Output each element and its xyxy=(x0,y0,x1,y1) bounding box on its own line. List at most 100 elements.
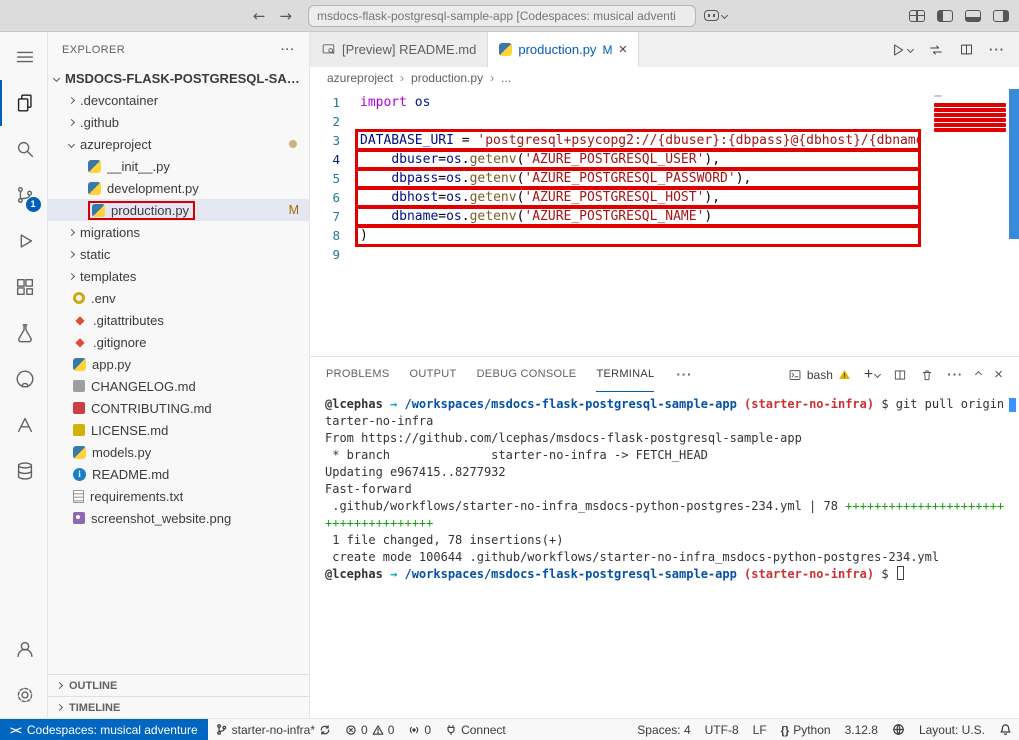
tree-item-app.py[interactable]: app.py xyxy=(48,353,309,375)
open-changes-button[interactable] xyxy=(928,42,944,58)
customize-layout-icon[interactable] xyxy=(909,10,925,22)
python-version-indicator[interactable]: 3.12.8 xyxy=(838,719,885,740)
explorer-title: EXPLORER xyxy=(62,44,125,56)
tree-item-models.py[interactable]: models.py xyxy=(48,441,309,463)
tree-item-.gitattributes[interactable]: .gitattributes xyxy=(48,309,309,331)
kill-terminal-button[interactable] xyxy=(920,368,934,382)
breadcrumb-symbol[interactable]: ... xyxy=(501,71,511,85)
tab-production-py[interactable]: production.py M xyxy=(488,32,639,67)
maximize-panel-button[interactable] xyxy=(976,372,981,377)
source-control-icon[interactable]: 1 xyxy=(0,172,48,218)
back-button[interactable] xyxy=(253,7,266,25)
settings-gear-icon[interactable] xyxy=(0,672,48,718)
git-modified-badge: M xyxy=(602,43,612,57)
code-line-5[interactable]: 5 dbpass=os.getenv('AZURE_POSTGRESQL_PAS… xyxy=(310,169,919,188)
encoding-indicator[interactable]: UTF-8 xyxy=(698,719,746,740)
branch-indicator[interactable]: starter-no-infra* xyxy=(208,719,338,740)
tab-preview-readme[interactable]: [Preview] README.md xyxy=(310,32,488,67)
tree-item-__init__.py[interactable]: __init__.py xyxy=(48,155,309,177)
toggle-panel-icon[interactable] xyxy=(965,10,981,22)
database-icon[interactable] xyxy=(0,448,48,494)
tree-item-static[interactable]: static xyxy=(48,243,309,265)
split-editor-button[interactable] xyxy=(959,42,974,57)
notifications-bell[interactable] xyxy=(992,719,1019,740)
tree-item-templates[interactable]: templates xyxy=(48,265,309,287)
new-terminal-button[interactable] xyxy=(864,367,880,383)
breadcrumb-folder[interactable]: azureproject xyxy=(327,71,393,85)
close-tab-icon[interactable] xyxy=(618,41,627,58)
panel-tab-output[interactable]: OUTPUT xyxy=(410,357,457,392)
accounts-icon[interactable] xyxy=(0,626,48,672)
toggle-secondary-sidebar-icon[interactable] xyxy=(993,10,1009,22)
tree-item-.gitignore[interactable]: .gitignore xyxy=(48,331,309,353)
azure-icon[interactable] xyxy=(0,402,48,448)
code-line-9[interactable]: 9 xyxy=(310,245,919,264)
keyboard-language-item[interactable] xyxy=(885,719,912,740)
layout-indicator[interactable]: Layout: U.S. xyxy=(912,719,992,740)
terminal[interactable]: @lcephas → /workspaces/msdocs-flask-post… xyxy=(310,392,1019,718)
editor-more-actions-button[interactable] xyxy=(989,42,1005,57)
minimap-line xyxy=(934,103,1006,107)
testing-icon[interactable] xyxy=(0,310,48,356)
timeline-section[interactable]: TIMELINE xyxy=(48,696,309,718)
language-indicator[interactable]: Python xyxy=(774,719,838,740)
file-label: .devcontainer xyxy=(80,93,158,108)
eol-indicator[interactable]: LF xyxy=(746,719,774,740)
chevron-right-icon xyxy=(56,704,63,711)
copilot-menu-button[interactable] xyxy=(704,10,727,21)
tree-item-production.py[interactable]: production.pyM xyxy=(48,199,309,221)
tree-item-azureproject[interactable]: azureproject xyxy=(48,133,309,155)
menu-button[interactable] xyxy=(0,34,48,80)
tree-item-license.md[interactable]: LICENSE.md xyxy=(48,419,309,441)
explorer-icon[interactable] xyxy=(0,80,48,126)
panel-tab-debug-console[interactable]: DEBUG CONSOLE xyxy=(477,357,577,392)
code-line-8[interactable]: 8) xyxy=(310,226,919,245)
minimap[interactable] xyxy=(934,93,1006,138)
terminal-instance-selector[interactable]: bash xyxy=(788,368,851,382)
tree-item-migrations[interactable]: migrations xyxy=(48,221,309,243)
indent-indicator[interactable]: Spaces: 4 xyxy=(630,719,697,740)
close-panel-button[interactable] xyxy=(994,366,1003,383)
remote-label: Codespaces: musical adventure xyxy=(27,723,198,737)
github-icon[interactable] xyxy=(0,356,48,402)
terminal-more-actions-button[interactable] xyxy=(947,367,963,382)
search-icon[interactable] xyxy=(0,126,48,172)
code-line-7[interactable]: 7 dbname=os.getenv('AZURE_POSTGRESQL_NAM… xyxy=(310,207,919,226)
problems-indicator[interactable]: 0 0 xyxy=(338,719,401,740)
extensions-icon[interactable] xyxy=(0,264,48,310)
code-line-4[interactable]: 4 dbuser=os.getenv('AZURE_POSTGRESQL_USE… xyxy=(310,150,919,169)
explorer-more-actions-button[interactable] xyxy=(281,44,295,56)
code-editor[interactable]: 1import os23DATABASE_URI = 'postgresql+p… xyxy=(310,89,1019,356)
code-line-3[interactable]: 3DATABASE_URI = 'postgresql+psycopg2://{… xyxy=(310,131,919,150)
file-label: models.py xyxy=(92,445,151,460)
tree-item-.devcontainer[interactable]: .devcontainer xyxy=(48,89,309,111)
panel-tab-terminal[interactable]: TERMINAL xyxy=(596,357,654,392)
tree-item-requirements.txt[interactable]: requirements.txt xyxy=(48,485,309,507)
outline-section[interactable]: OUTLINE xyxy=(48,674,309,696)
tree-item-contributing.md[interactable]: CONTRIBUTING.md xyxy=(48,397,309,419)
ports-indicator[interactable]: 0 xyxy=(401,719,438,740)
toggle-sidebar-icon[interactable] xyxy=(937,10,953,22)
code-line-1[interactable]: 1import os xyxy=(310,93,919,112)
breadcrumb-file[interactable]: production.py xyxy=(411,71,483,85)
tree-item-changelog.md[interactable]: CHANGELOG.md xyxy=(48,375,309,397)
run-debug-icon[interactable] xyxy=(0,218,48,264)
remote-indicator[interactable]: Codespaces: musical adventure xyxy=(0,719,208,740)
tree-item-readme.md[interactable]: README.md xyxy=(48,463,309,485)
code-line-2[interactable]: 2 xyxy=(310,112,919,131)
run-python-file-button[interactable] xyxy=(890,42,913,58)
tree-item-.github[interactable]: .github xyxy=(48,111,309,133)
panel-tab-problems[interactable]: PROBLEMS xyxy=(326,357,390,392)
scrollbar-decoration[interactable] xyxy=(1009,89,1019,239)
code-line-6[interactable]: 6 dbhost=os.getenv('AZURE_POSTGRESQL_HOS… xyxy=(310,188,919,207)
split-terminal-button[interactable] xyxy=(893,368,907,382)
file-label: app.py xyxy=(92,357,131,372)
command-center[interactable]: msdocs-flask-postgresql-sample-app [Code… xyxy=(308,5,696,27)
tree-item-development.py[interactable]: development.py xyxy=(48,177,309,199)
connect-button[interactable]: Connect xyxy=(438,719,513,740)
forward-button[interactable] xyxy=(279,7,292,25)
tree-item-.env[interactable]: .env xyxy=(48,287,309,309)
panel-more-tabs-button[interactable] xyxy=(676,367,692,382)
tree-item-screenshot_website.png[interactable]: screenshot_website.png xyxy=(48,507,309,529)
tree-item-msdocs-flask-postgresql-sample-...[interactable]: MSDOCS-FLASK-POSTGRESQL-SAMPLE-... xyxy=(48,67,309,89)
